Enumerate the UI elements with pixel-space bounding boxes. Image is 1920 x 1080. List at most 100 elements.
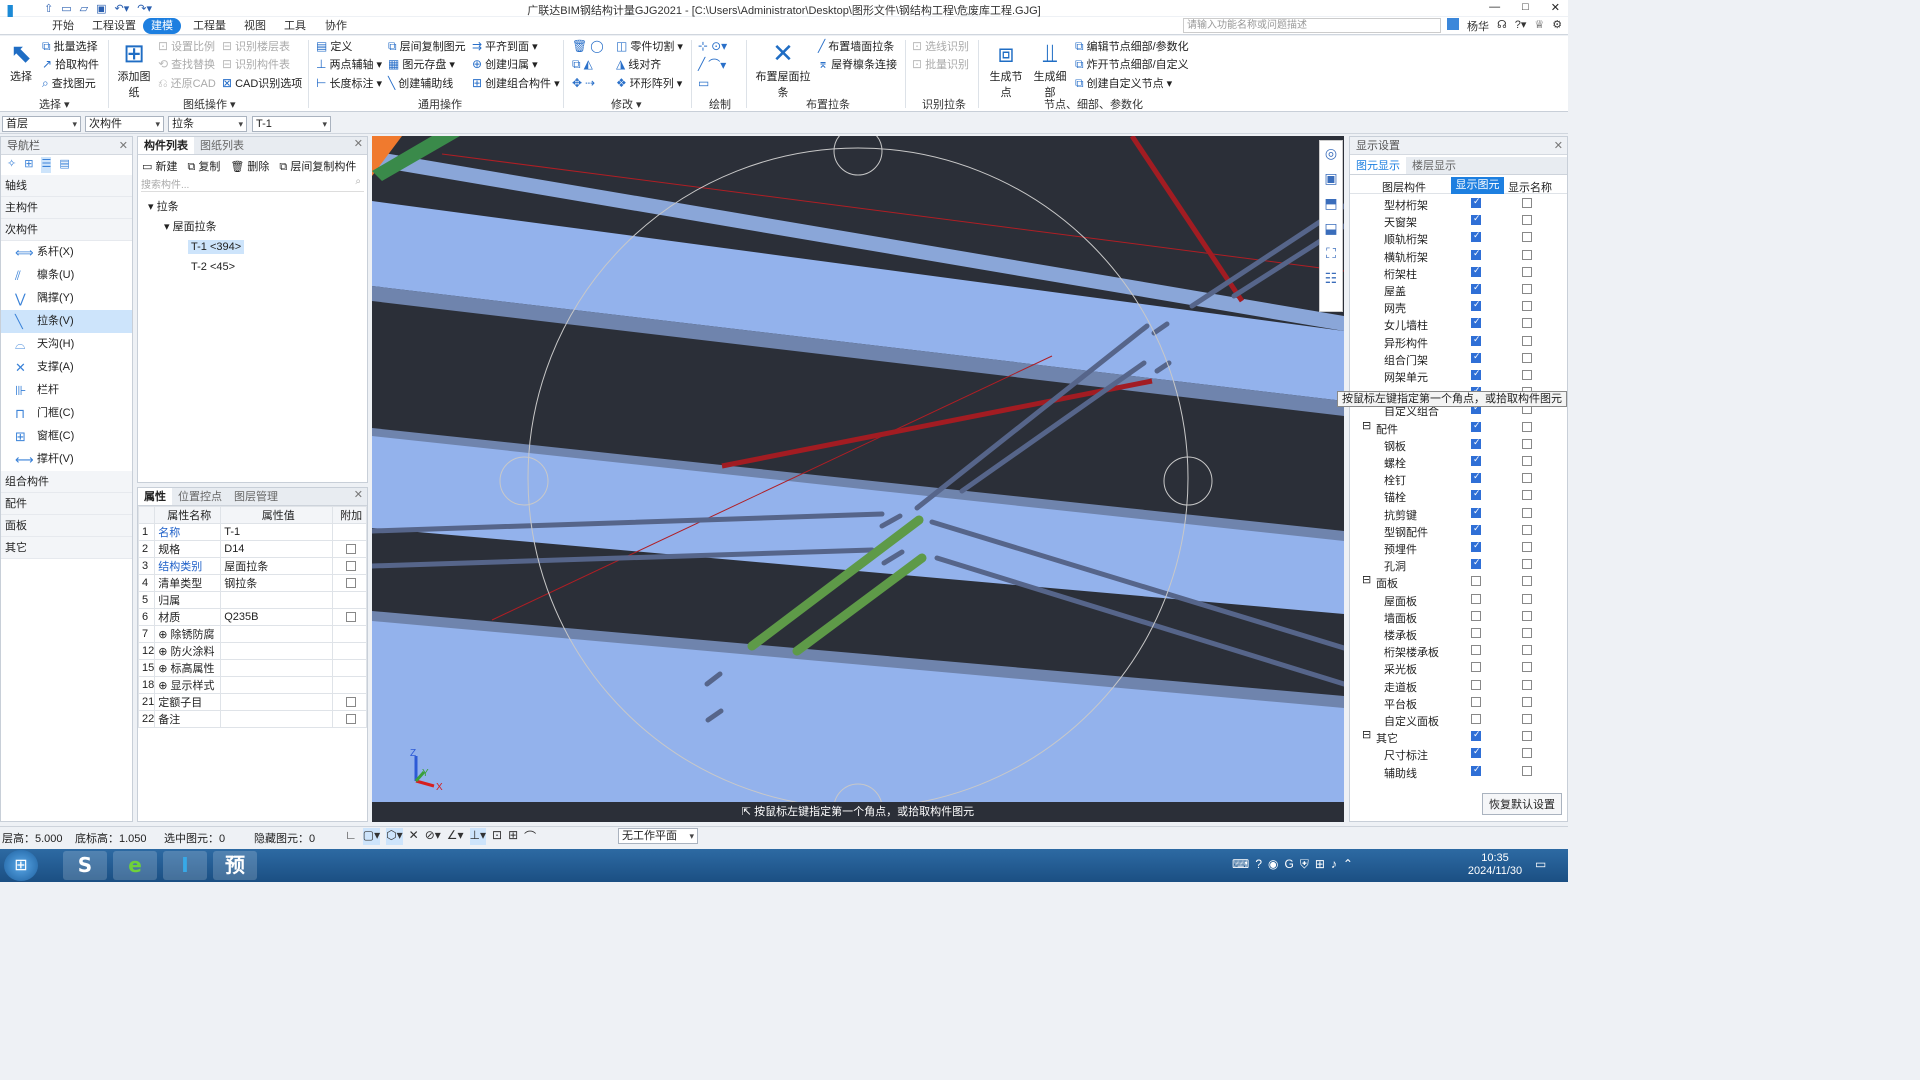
nav-item-2[interactable]: ⋁ 隅撑(Y) [1, 287, 132, 310]
ortho-icon[interactable]: ∟ [345, 828, 357, 845]
menu-start[interactable]: 开始 [44, 18, 82, 34]
detail-view-icon[interactable]: ▤ [59, 157, 69, 173]
ridge-purlin-connect-button[interactable]: ⌆ 屋脊檩条连接 [818, 56, 897, 72]
maximize-button[interactable]: □ [1522, 1, 1529, 14]
avatar[interactable] [1447, 18, 1459, 30]
show-element-checkbox[interactable] [1471, 248, 1481, 260]
property-row[interactable]: 12 ⊕ 防火涂料 [137, 642, 367, 660]
menu-project-settings[interactable]: 工程设置 [84, 18, 144, 34]
show-element-checkbox[interactable] [1471, 437, 1481, 449]
new-button[interactable]: ▭ 新建 [142, 158, 177, 173]
show-element-checkbox[interactable] [1471, 368, 1481, 380]
restore-default-button[interactable]: 恢复默认设置 [1482, 793, 1562, 815]
app-tray-icon[interactable]: G [1285, 857, 1294, 872]
extra-checkbox[interactable] [346, 578, 357, 589]
define-button[interactable]: ▤ 定义 [316, 38, 352, 54]
show-element-checkbox[interactable] [1471, 662, 1481, 673]
tab-element-display[interactable]: 图元显示 [1350, 157, 1406, 174]
collapse-icon[interactable]: ⊟ [1362, 728, 1371, 741]
wall-tie-bar-layout-button[interactable]: ╱ 布置墙面拉条 [818, 38, 894, 54]
show-name-checkbox[interactable] [1522, 679, 1532, 690]
show-name-checkbox[interactable] [1522, 284, 1532, 294]
create-group-component-button[interactable]: ⊞ 创建组合构件 ▾ [472, 75, 560, 91]
property-value[interactable] [220, 710, 334, 728]
pick-component-button[interactable]: ↗ 拾取构件 [42, 56, 99, 72]
show-element-checkbox[interactable] [1471, 729, 1481, 742]
extra-checkbox[interactable] [346, 697, 357, 708]
show-element-checkbox[interactable] [1471, 351, 1481, 363]
align-snap-icon[interactable]: ⊞ [508, 828, 518, 845]
show-name-checkbox[interactable] [1522, 542, 1532, 552]
user-name[interactable]: 杨华 [1467, 18, 1489, 34]
show-element-checkbox[interactable] [1471, 334, 1481, 346]
component-name-select[interactable]: T-1 [252, 116, 331, 132]
show-element-checkbox[interactable] [1471, 645, 1481, 656]
show-name-checkbox[interactable] [1522, 645, 1532, 656]
show-name-checkbox[interactable] [1522, 352, 1532, 363]
move-icon[interactable]: ✥ ⇢ [572, 75, 595, 91]
property-row[interactable]: 6 材质 Q235B [137, 608, 367, 626]
orbit-icon[interactable]: ◎ [1325, 145, 1337, 162]
menu-quantity[interactable]: 工程量 [185, 18, 234, 34]
tab-floor-display[interactable]: 楼层显示 [1406, 157, 1462, 174]
show-element-checkbox[interactable] [1471, 714, 1481, 724]
collapse-icon[interactable]: ⊟ [1362, 419, 1371, 432]
extra-checkbox[interactable] [346, 612, 357, 623]
show-element-checkbox[interactable] [1471, 746, 1481, 759]
property-value[interactable] [220, 642, 334, 660]
show-element-checkbox[interactable] [1471, 576, 1481, 587]
close-button[interactable]: ✕ [1551, 1, 1560, 14]
layer-list-icon[interactable]: ☷ [1325, 270, 1338, 287]
expand-icon[interactable]: ⊕ [158, 680, 170, 692]
cross-icon[interactable]: ✕ [409, 828, 419, 845]
col-show-element[interactable]: 显示图元 [1451, 177, 1504, 194]
length-dimension-button[interactable]: ⊢ 长度标注 ▾ [316, 75, 382, 91]
fit-view-icon[interactable]: ⛶ [1326, 245, 1336, 262]
3d-snap-icon[interactable]: ⬡▾ [386, 828, 403, 845]
copy-floor-element-button[interactable]: ⧉ 层间复制图元 [388, 38, 466, 54]
tree-child[interactable]: ▾ 屋面拉条 [148, 217, 367, 237]
show-name-checkbox[interactable] [1522, 198, 1532, 208]
cad-options-button[interactable]: ⊠ CAD识别选项 [222, 75, 302, 91]
show-element-checkbox[interactable] [1471, 230, 1481, 243]
save-element-button[interactable]: ▦ 图元存盘 ▾ [388, 56, 455, 72]
show-name-checkbox[interactable] [1522, 421, 1532, 432]
property-row[interactable]: 5 归属 [137, 591, 367, 609]
line-align-button[interactable]: ◮ 线对齐 [616, 56, 661, 72]
taskbar-app-browser[interactable]: e [113, 851, 157, 880]
nav-cat-secondary[interactable]: 次构件 [1, 219, 132, 241]
show-name-checkbox[interactable] [1522, 318, 1532, 329]
show-name-checkbox[interactable] [1522, 696, 1532, 707]
edit-node-detail-button[interactable]: ⧉ 编辑节点细部/参数化 [1075, 38, 1189, 54]
create-guide-line-button[interactable]: ╲ 创建辅助线 [388, 75, 453, 91]
align-to-face-button[interactable]: ⇉ 平齐到面 ▾ [472, 38, 538, 54]
add-drawing-button[interactable]: ⊞ 添加图纸 [113, 38, 155, 100]
tab-drawing-list[interactable]: 图纸列表 [194, 137, 250, 154]
expand-icon[interactable]: ⊕ [158, 663, 170, 675]
show-element-checkbox[interactable] [1471, 523, 1481, 535]
menu-modeling[interactable]: 建模 [143, 18, 181, 34]
delete-button[interactable]: 🗑 删除 [230, 158, 269, 173]
nav-item-0[interactable]: ⟺ 系杆(X) [1, 241, 132, 264]
show-name-checkbox[interactable] [1522, 456, 1532, 466]
show-name-checkbox[interactable] [1522, 748, 1532, 759]
component-subtype-select[interactable]: 拉条 [168, 116, 247, 132]
show-element-checkbox[interactable] [1471, 265, 1481, 277]
taskbar-app-1[interactable]: S [63, 851, 107, 880]
show-element-checkbox[interactable] [1471, 764, 1481, 776]
show-element-checkbox[interactable] [1471, 696, 1481, 707]
property-value[interactable] [220, 659, 334, 677]
show-name-checkbox[interactable] [1522, 524, 1532, 535]
two-point-axis-button[interactable]: ⊥ 两点辅轴 ▾ [316, 56, 382, 72]
menu-view[interactable]: 视图 [236, 18, 274, 34]
component-type-select[interactable]: 次构件 [85, 116, 164, 132]
find-element-button[interactable]: ⌕ 查找图元 [42, 75, 96, 91]
tree-item-t1[interactable]: T-1 <394> [188, 240, 245, 254]
part-cut-button[interactable]: ◫ 零件切割 ▾ [616, 38, 683, 54]
nav-item-7[interactable]: ⊓ 门框(C) [1, 402, 132, 425]
2d-view-icon[interactable]: ▣ [1324, 170, 1337, 187]
show-element-checkbox[interactable] [1471, 610, 1481, 621]
delete-icon[interactable]: 🗑 ◯ [572, 38, 604, 54]
nav-cat-panel[interactable]: 面板 [1, 515, 132, 537]
draw-point-icon[interactable]: ⊹ ⊙▾ [698, 38, 727, 54]
